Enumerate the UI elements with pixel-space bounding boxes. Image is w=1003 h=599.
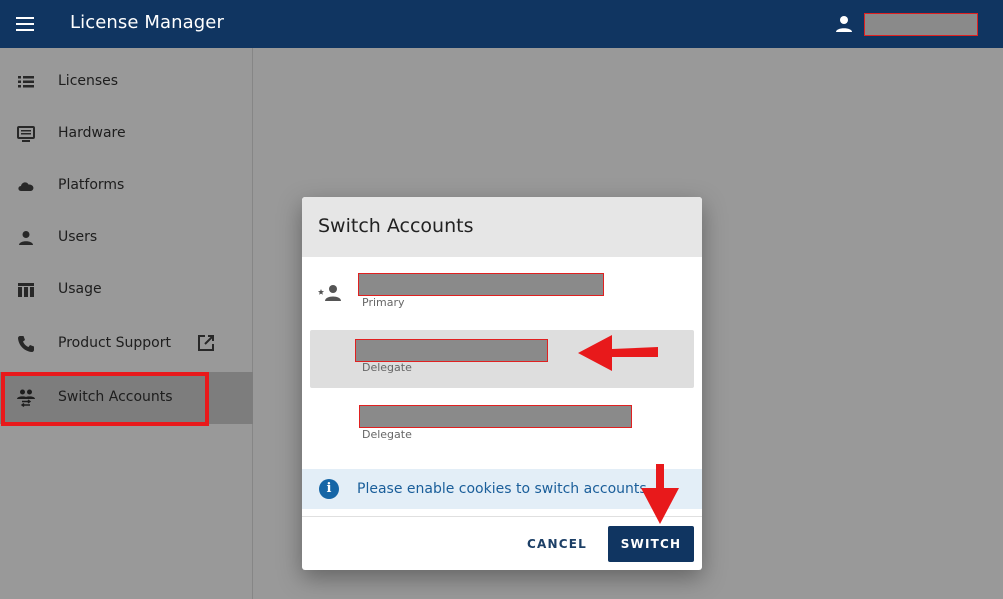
account-role: Delegate xyxy=(362,428,412,441)
account-role: Delegate xyxy=(362,361,412,374)
account-name-redacted xyxy=(358,273,604,296)
annotation-arrow-down-icon xyxy=(641,464,679,524)
app-title: License Manager xyxy=(70,12,224,33)
account-name-redacted xyxy=(359,405,632,428)
annotation-highlight-box xyxy=(1,372,209,426)
switch-button[interactable]: SWITCH xyxy=(608,526,694,562)
info-icon: i xyxy=(319,479,339,499)
account-option-primary[interactable]: Primary xyxy=(310,269,694,319)
dialog-title: Switch Accounts xyxy=(318,215,474,237)
info-text: Please enable cookies to switch accounts xyxy=(357,481,647,497)
user-name-redacted[interactable] xyxy=(864,13,978,36)
account-name-redacted xyxy=(355,339,548,362)
account-option-delegate[interactable]: Delegate xyxy=(310,399,694,455)
account-role: Primary xyxy=(362,296,405,309)
annotation-arrow-left-icon xyxy=(578,335,658,371)
account-icon[interactable] xyxy=(834,14,854,34)
dialog-header: Switch Accounts xyxy=(302,197,702,257)
hamburger-menu-icon[interactable] xyxy=(16,15,36,33)
top-app-bar: License Manager xyxy=(0,0,1003,48)
cancel-button[interactable]: CANCEL xyxy=(518,526,596,562)
